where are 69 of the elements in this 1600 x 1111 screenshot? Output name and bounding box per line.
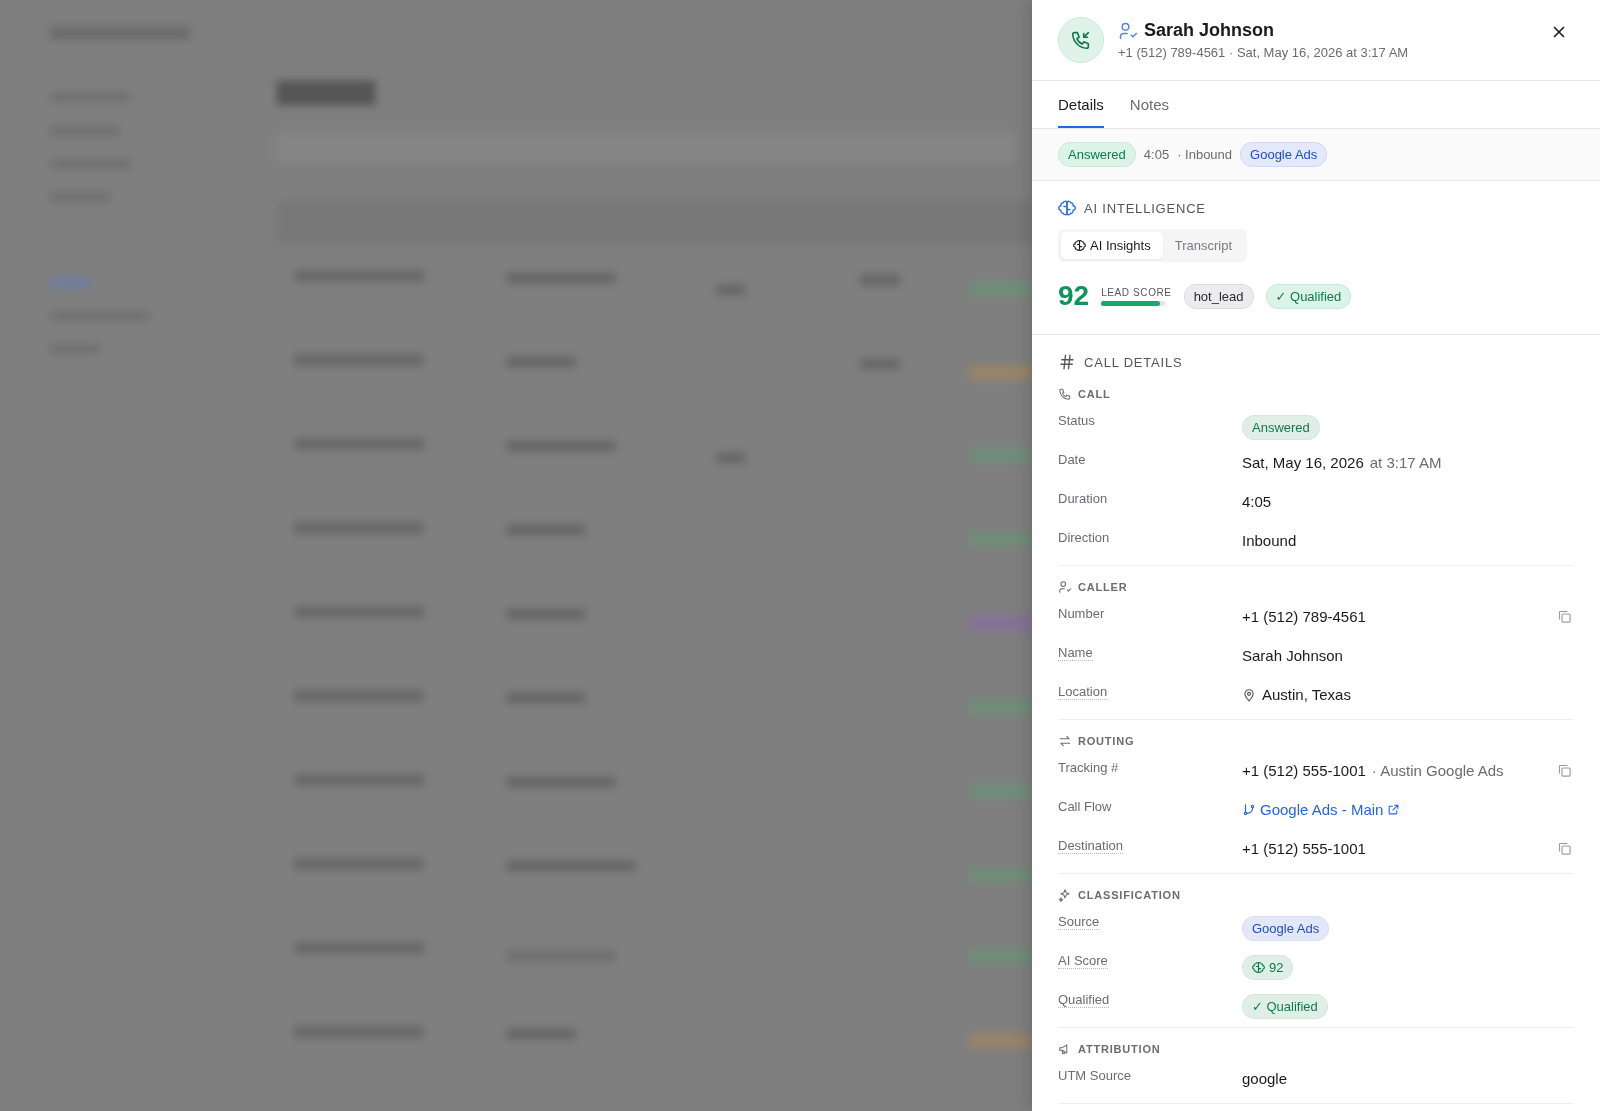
call-subtitle: +1 (512) 789-4561 · Sat, May 16, 2026 at 3:17 AM xyxy=(1118,45,1410,60)
caller-name: Sarah Johnson xyxy=(1144,20,1275,41)
score-label: LEAD SCORE xyxy=(1101,286,1172,298)
incoming-call-icon xyxy=(1070,29,1092,51)
field-value: google xyxy=(1242,1070,1288,1087)
contact-icon xyxy=(1118,20,1138,41)
hash-icon xyxy=(1058,353,1076,371)
group-title: CALL xyxy=(1078,388,1111,400)
field-label: Name xyxy=(1058,641,1093,661)
field-value: Sarah Johnson xyxy=(1242,647,1343,664)
field-label: Qualified xyxy=(1058,988,1110,1008)
field-note: at 3:17 AM xyxy=(1369,454,1442,471)
field-value: 4:05 xyxy=(1242,493,1272,510)
group-title: ATTRIBUTION xyxy=(1078,1043,1161,1055)
status-tag: ✓ Qualified xyxy=(1242,994,1328,1019)
status-tag: Answered xyxy=(1242,415,1320,440)
section-title: AI INTELLIGENCE xyxy=(1084,200,1206,216)
field-label: Tracking # xyxy=(1058,759,1119,775)
field-label: Number xyxy=(1058,605,1105,621)
field-label: Call Flow xyxy=(1058,798,1112,814)
branch-icon xyxy=(1242,802,1256,817)
field-value: Austin, Texas xyxy=(1262,686,1351,703)
field-label: AI Score xyxy=(1058,949,1108,969)
summary-text: 4:05 xyxy=(1143,147,1170,162)
group-title: ROUTING xyxy=(1078,735,1135,747)
copy-button[interactable] xyxy=(1557,763,1572,778)
section-title: CALL DETAILS xyxy=(1084,354,1183,370)
tab[interactable]: AI Insights xyxy=(1061,232,1163,259)
field-label: Date xyxy=(1058,451,1086,467)
call-flow-link[interactable]: Google Ads - Main xyxy=(1242,801,1401,818)
field-value: Inbound xyxy=(1242,532,1297,549)
score-tag: 92 xyxy=(1242,955,1294,980)
copy-icon xyxy=(1557,763,1572,778)
tag: hot_lead xyxy=(1183,283,1254,309)
field-label: UTM Source xyxy=(1058,1067,1131,1083)
copy-button[interactable] xyxy=(1557,841,1572,856)
field-value: +1 (512) 555-1001 xyxy=(1242,762,1366,779)
brain-icon xyxy=(1073,239,1086,252)
field-label: Status xyxy=(1058,412,1095,428)
swap-arrows-icon xyxy=(1058,734,1072,748)
field-note: · Austin Google Ads xyxy=(1371,762,1504,779)
tab[interactable]: Transcript xyxy=(1162,232,1244,259)
field-label: Source xyxy=(1058,910,1100,930)
field-label: Direction xyxy=(1058,529,1110,545)
group-title: CLASSIFICATION xyxy=(1078,889,1181,901)
copy-icon xyxy=(1557,609,1572,624)
external-link-icon xyxy=(1387,803,1401,816)
tag: ✓ Qualified xyxy=(1265,283,1352,309)
status-tag: Google Ads xyxy=(1240,142,1328,167)
field-value: +1 (512) 789-4561 xyxy=(1242,608,1366,625)
field-label: Destination xyxy=(1058,834,1124,854)
field-value: +1 (512) 555-1001 xyxy=(1242,840,1366,857)
brain-icon xyxy=(1058,199,1076,217)
status-tag: Google Ads xyxy=(1242,916,1330,941)
group-title: CALLER xyxy=(1078,581,1128,593)
field-label: Duration xyxy=(1058,490,1108,506)
brain-icon xyxy=(1252,961,1265,974)
tab[interactable]: Notes xyxy=(1129,81,1170,128)
field-label: Location xyxy=(1058,680,1108,700)
phone-icon xyxy=(1058,387,1072,401)
status-tag: Answered xyxy=(1058,142,1136,167)
lead-score: 92 xyxy=(1058,280,1090,312)
sparkles-icon xyxy=(1058,888,1072,902)
summary-text: · Inbound xyxy=(1177,147,1233,162)
map-pin-icon xyxy=(1242,687,1256,702)
copy-button[interactable] xyxy=(1557,609,1572,624)
field-value: Sat, May 16, 2026 xyxy=(1242,454,1364,471)
copy-icon xyxy=(1557,841,1572,856)
contact-icon xyxy=(1058,580,1072,594)
